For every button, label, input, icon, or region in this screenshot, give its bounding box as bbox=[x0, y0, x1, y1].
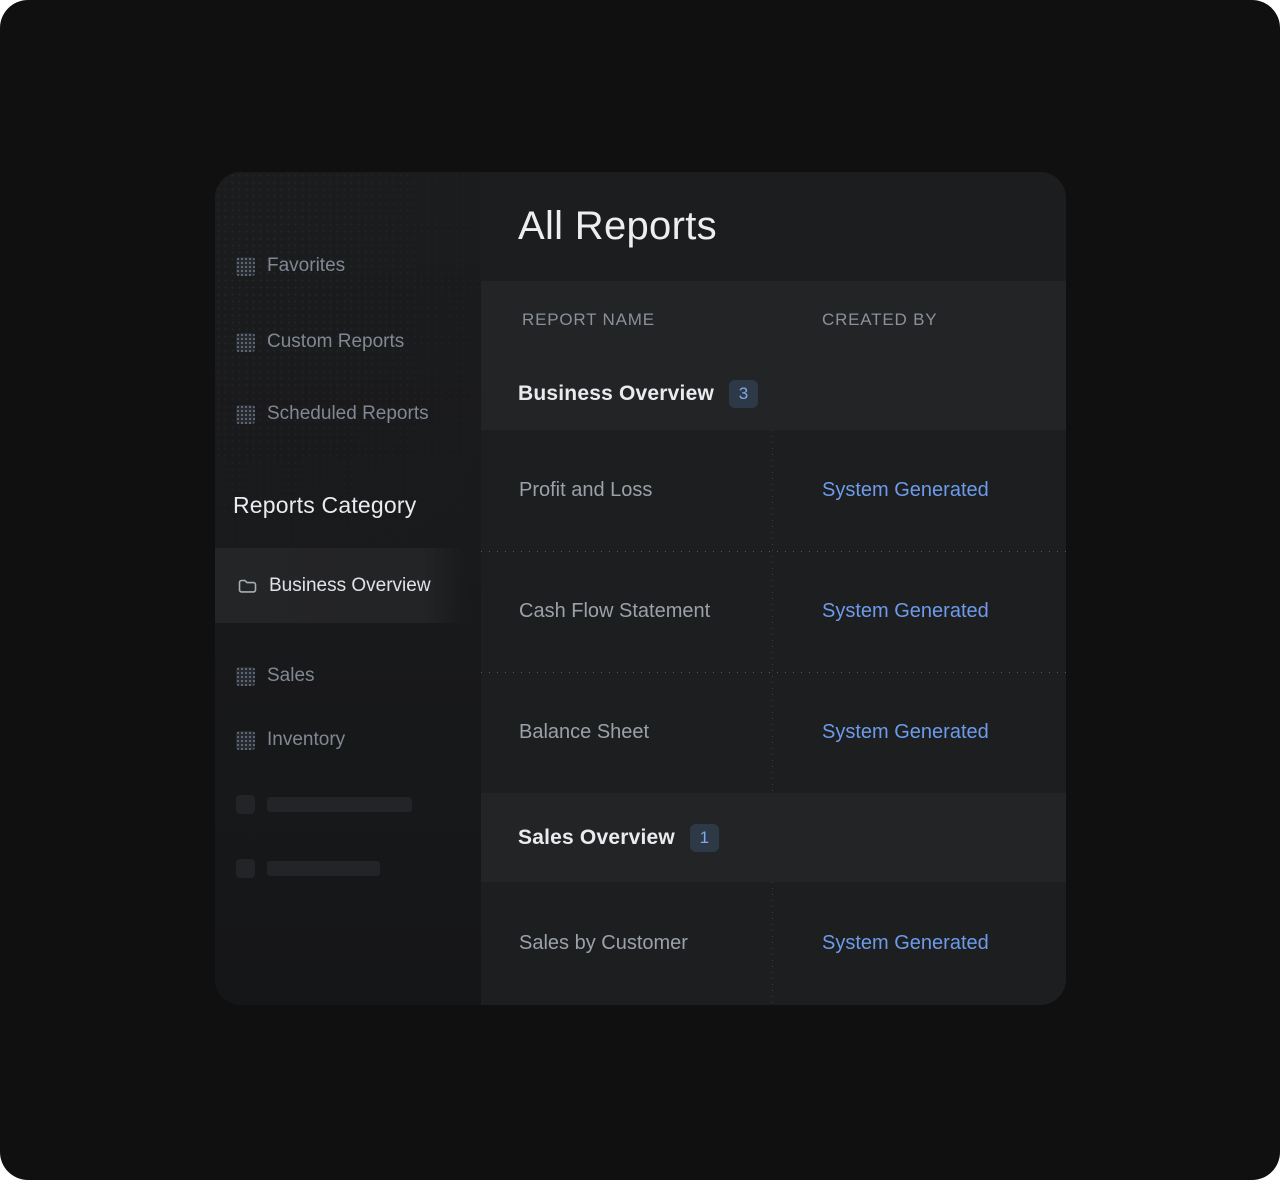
column-header-report-name: REPORT NAME bbox=[522, 310, 655, 329]
page-title: All Reports bbox=[518, 204, 717, 249]
skeleton-icon bbox=[236, 859, 255, 878]
table-header-row: REPORT NAME CREATED BY bbox=[481, 281, 1066, 358]
report-name-link[interactable]: Balance Sheet bbox=[519, 721, 649, 743]
sidebar-item-business-overview[interactable]: Business Overview bbox=[215, 548, 467, 623]
reports-category-heading: Reports Category bbox=[233, 492, 416, 519]
column-header-created-by: CREATED BY bbox=[822, 310, 937, 329]
report-name-link[interactable]: Sales by Customer bbox=[519, 932, 688, 954]
sidebar-skeleton-row bbox=[215, 795, 481, 814]
skeleton-bar bbox=[267, 797, 412, 812]
reports-sidebar: Favorites Custom Reports Scheduled Repor… bbox=[215, 172, 481, 1005]
table-row[interactable]: Sales by Customer System Generated bbox=[481, 882, 1066, 1005]
sidebar-item-label: Sales bbox=[267, 665, 315, 687]
sidebar-item-custom-reports[interactable]: Custom Reports bbox=[215, 331, 481, 353]
skeleton-icon bbox=[236, 795, 255, 814]
created-by-value: System Generated bbox=[822, 721, 989, 743]
custom-reports-icon bbox=[236, 333, 255, 352]
main-header: All Reports bbox=[481, 172, 1066, 281]
group-row-business-overview[interactable]: Business Overview 3 bbox=[481, 358, 1066, 430]
group-name: Business Overview bbox=[518, 382, 714, 406]
favorites-icon bbox=[236, 257, 255, 276]
sidebar-item-label: Favorites bbox=[267, 255, 345, 277]
app-screen: Favorites Custom Reports Scheduled Repor… bbox=[0, 0, 1280, 1180]
sidebar-item-scheduled-reports[interactable]: Scheduled Reports bbox=[215, 403, 481, 425]
group-count-badge: 1 bbox=[690, 824, 719, 852]
sidebar-item-sales[interactable]: Sales bbox=[215, 665, 481, 687]
skeleton-bar bbox=[267, 861, 380, 876]
table-row[interactable]: Profit and Loss System Generated bbox=[481, 430, 1066, 551]
sidebar-item-inventory[interactable]: Inventory bbox=[215, 729, 481, 751]
group-name: Sales Overview bbox=[518, 826, 675, 850]
reports-panel: Favorites Custom Reports Scheduled Repor… bbox=[215, 172, 1066, 1005]
scheduled-reports-icon bbox=[236, 405, 255, 424]
sidebar-item-label: Scheduled Reports bbox=[267, 403, 429, 425]
group-row-sales-overview[interactable]: Sales Overview 1 bbox=[481, 793, 1066, 882]
sidebar-item-favorites[interactable]: Favorites bbox=[215, 255, 481, 277]
report-name-link[interactable]: Cash Flow Statement bbox=[519, 600, 710, 622]
sidebar-skeleton-row bbox=[215, 859, 481, 878]
created-by-value: System Generated bbox=[822, 479, 989, 501]
sidebar-item-label: Inventory bbox=[267, 729, 345, 751]
table-row[interactable]: Balance Sheet System Generated bbox=[481, 672, 1066, 793]
folder-icon bbox=[237, 577, 258, 595]
all-reports-main: All Reports REPORT NAME CREATED BY Busin… bbox=[481, 172, 1066, 1005]
report-rows-sales-overview: Sales by Customer System Generated bbox=[481, 882, 1066, 1005]
group-count-badge: 3 bbox=[729, 380, 758, 408]
sidebar-item-label: Business Overview bbox=[269, 575, 431, 597]
sidebar-item-label: Custom Reports bbox=[267, 331, 404, 353]
table-row[interactable]: Cash Flow Statement System Generated bbox=[481, 551, 1066, 672]
inventory-icon bbox=[236, 731, 255, 750]
report-name-link[interactable]: Profit and Loss bbox=[519, 479, 652, 501]
report-rows-business-overview: Profit and Loss System Generated Cash Fl… bbox=[481, 430, 1066, 793]
created-by-value: System Generated bbox=[822, 932, 989, 954]
sales-icon bbox=[236, 667, 255, 686]
created-by-value: System Generated bbox=[822, 600, 989, 622]
